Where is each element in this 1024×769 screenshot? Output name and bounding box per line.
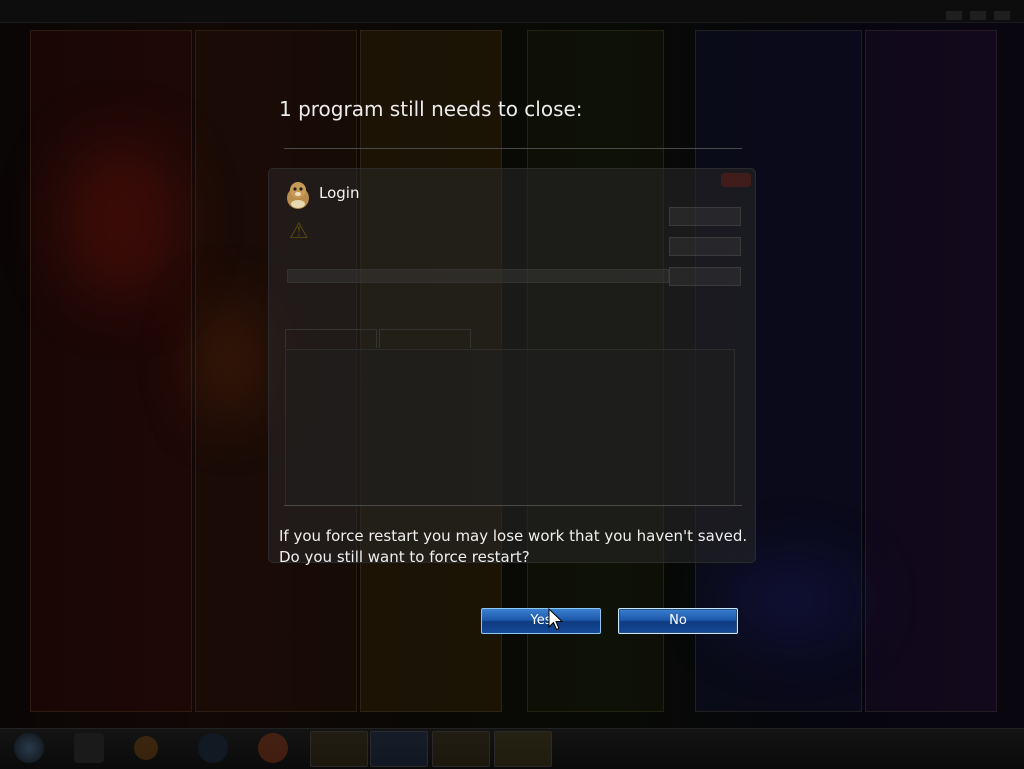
- background-app-window: ⚠: [268, 168, 756, 563]
- pending-program-item: Login: [284, 178, 584, 214]
- taskbar: [0, 728, 1024, 769]
- taskbar-window-tile[interactable]: [310, 731, 368, 767]
- background-close-icon: [721, 173, 751, 187]
- no-button[interactable]: No: [618, 608, 738, 634]
- force-restart-warning: If you force restart you may lose work t…: [279, 526, 749, 568]
- background-button: [669, 237, 741, 256]
- wallpaper-glow: [200, 300, 260, 420]
- dialog-heading: 1 program still needs to close:: [279, 97, 583, 121]
- taskbar-window-tile[interactable]: [370, 731, 428, 767]
- warning-line: Do you still want to force restart?: [279, 548, 530, 566]
- wallpaper-glow: [60, 140, 180, 300]
- background-window-titlebar: [0, 0, 1024, 23]
- gopher-app-icon: [287, 182, 309, 209]
- background-tabs: [285, 329, 473, 349]
- browser-icon[interactable]: [258, 733, 288, 763]
- background-button: [669, 267, 741, 286]
- background-window-controls: [938, 5, 1018, 20]
- taskbar-window-tile[interactable]: [494, 731, 552, 767]
- taskbar-window-tile[interactable]: [432, 731, 490, 767]
- start-orb-icon[interactable]: [14, 733, 44, 763]
- background-warning-icon: ⚠: [289, 219, 309, 244]
- mouse-cursor-icon: [548, 608, 564, 631]
- wallpaper-glow: [720, 560, 860, 640]
- wallpaper-panel: [30, 30, 192, 712]
- background-progress-bar: [287, 269, 669, 283]
- taskbar-app-icon[interactable]: [134, 736, 158, 760]
- background-task-list: [285, 349, 735, 506]
- background-button: [669, 207, 741, 226]
- program-name: Login: [319, 184, 360, 202]
- yes-button[interactable]: Yes: [481, 608, 601, 634]
- taskbar-app-icon[interactable]: [198, 733, 228, 763]
- divider: [284, 505, 742, 506]
- taskbar-app-icon[interactable]: [74, 733, 104, 763]
- warning-line: If you force restart you may lose work t…: [279, 527, 748, 545]
- wallpaper-panel: [865, 30, 997, 712]
- divider: [284, 148, 742, 149]
